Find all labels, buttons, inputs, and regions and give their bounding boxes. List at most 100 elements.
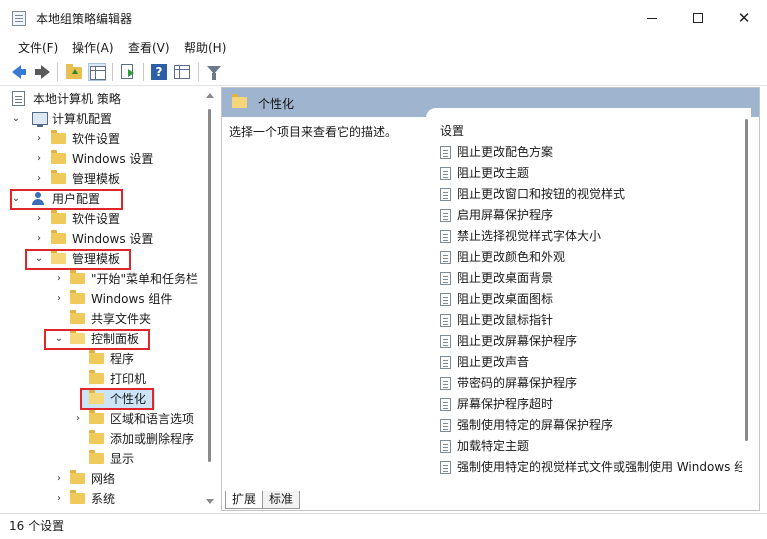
chevron-right-icon[interactable]: › — [53, 289, 65, 309]
policy-setting-icon — [440, 209, 451, 222]
policy-setting-icon — [440, 419, 451, 432]
menu-help[interactable]: 帮助(H) — [184, 39, 226, 56]
annotation-box-admin-templates — [25, 249, 131, 270]
forward-icon — [35, 65, 50, 79]
folder-icon — [51, 210, 66, 224]
tree-node-computer-config[interactable]: ⌄ 计算机配置 — [7, 109, 207, 129]
tab-extended[interactable]: 扩展 — [225, 491, 264, 509]
tree-node-user-software[interactable]: › 软件设置 — [7, 209, 207, 229]
policy-setting-icon — [440, 335, 451, 348]
settings-scrollbar[interactable] — [742, 108, 751, 486]
tree-node-start-menu[interactable]: › "开始"菜单和任务栏 — [7, 269, 207, 289]
folder-icon — [70, 470, 85, 484]
tree-scroll-thumb[interactable] — [208, 109, 211, 462]
folder-open-icon — [232, 94, 247, 108]
menu-bar: 文件(F) 操作(A) 查看(V) 帮助(H) — [0, 36, 767, 58]
properties-button[interactable] — [173, 63, 191, 81]
tab-standard[interactable]: 标准 — [262, 491, 301, 509]
export-list-button[interactable] — [119, 63, 137, 81]
folder-icon — [70, 310, 85, 324]
folder-icon — [89, 370, 104, 384]
folder-icon — [51, 170, 66, 184]
help-button[interactable]: ? — [150, 63, 168, 81]
chevron-right-icon[interactable]: › — [53, 489, 65, 509]
title-bar: 本地组策略编辑器 ✕ — [0, 0, 767, 36]
description-pane: 选择一个项目来查看它的描述。 — [222, 117, 436, 487]
scroll-down-icon[interactable] — [206, 499, 214, 504]
chevron-right-icon[interactable]: › — [53, 269, 65, 289]
policy-setting-icon — [440, 398, 451, 411]
tree-scrollbar[interactable] — [201, 87, 218, 511]
chevron-right-icon[interactable]: › — [72, 409, 84, 429]
toolbar-separator — [57, 63, 58, 81]
policy-setting-icon — [440, 146, 451, 159]
chevron-right-icon[interactable]: › — [33, 149, 45, 169]
policy-setting-icon — [440, 461, 451, 474]
menu-view[interactable]: 查看(V) — [128, 39, 170, 56]
policy-setting-icon — [440, 293, 451, 306]
tree-node-shared-folders[interactable]: 共享文件夹 — [7, 309, 207, 329]
tree-node-windows-components[interactable]: › Windows 组件 — [7, 289, 207, 309]
tree-node-region-language[interactable]: › 区域和语言选项 — [7, 409, 207, 429]
policy-setting-icon — [440, 377, 451, 390]
menu-action[interactable]: 操作(A) — [72, 39, 114, 56]
tree-node-add-remove-programs[interactable]: 添加或删除程序 — [7, 429, 207, 449]
folder-icon — [70, 270, 85, 284]
chevron-down-icon[interactable]: ⌄ — [10, 109, 22, 129]
folder-icon — [89, 450, 104, 464]
scroll-up-icon[interactable] — [206, 93, 214, 98]
properties-icon — [174, 65, 190, 79]
annotation-box-user-config — [10, 189, 123, 210]
details-pane: 个性化 选择一个项目来查看它的描述。 设置 阻止更改配色方案 阻止更改主题 阻止… — [221, 87, 760, 511]
tree-node-computer-windows[interactable]: › Windows 设置 — [7, 149, 207, 169]
chevron-right-icon[interactable]: › — [33, 169, 45, 189]
minimize-icon — [647, 17, 657, 19]
menu-file[interactable]: 文件(F) — [18, 39, 58, 56]
description-text: 选择一个项目来查看它的描述。 — [229, 125, 398, 139]
tree-node-printers[interactable]: 打印机 — [7, 369, 207, 389]
back-button[interactable] — [11, 63, 29, 81]
tree-node-root[interactable]: 本地计算机 策略 — [7, 89, 207, 109]
tree-node-computer-software[interactable]: › 软件设置 — [7, 129, 207, 149]
folder-icon — [89, 410, 104, 424]
up-one-level-button[interactable] — [65, 63, 83, 81]
up-folder-icon — [66, 64, 82, 79]
toolbar-separator — [198, 63, 199, 81]
minimize-button[interactable] — [629, 0, 675, 36]
chevron-right-icon[interactable]: › — [33, 129, 45, 149]
help-icon: ? — [151, 64, 167, 80]
tree-node-user-windows[interactable]: › Windows 设置 — [7, 229, 207, 249]
policy-setting-icon — [440, 167, 451, 180]
policy-setting-icon — [440, 230, 451, 243]
tree-node-display[interactable]: 显示 — [7, 449, 207, 469]
tree-node-programs[interactable]: 程序 — [7, 349, 207, 369]
maximize-button[interactable] — [675, 0, 721, 36]
settings-scroll-thumb[interactable] — [745, 119, 748, 441]
policy-setting-icon — [440, 251, 451, 264]
tree-node-network[interactable]: › 网络 — [7, 469, 207, 489]
toolbar-separator — [112, 63, 113, 81]
tree-node-computer-admin-templates[interactable]: › 管理模板 — [7, 169, 207, 189]
show-hide-tree-icon — [90, 66, 106, 80]
settings-column-header[interactable]: 设置 — [440, 122, 464, 139]
policy-setting-icon — [440, 356, 451, 369]
gpedit-app-icon — [12, 11, 26, 26]
folder-icon — [70, 290, 85, 304]
close-button[interactable]: ✕ — [721, 0, 767, 36]
settings-list: 设置 阻止更改配色方案 阻止更改主题 阻止更改窗口和按钮的视觉样式 启用屏幕保护… — [426, 108, 751, 486]
chevron-right-icon[interactable]: › — [53, 469, 65, 489]
chevron-right-icon[interactable]: › — [33, 229, 45, 249]
window-title: 本地组策略编辑器 — [36, 12, 133, 26]
view-tabs: 扩展 标准 — [222, 488, 759, 510]
policy-setting-icon — [440, 440, 451, 453]
status-bar: 16 个设置 — [0, 513, 767, 539]
filter-button[interactable] — [205, 63, 223, 81]
chevron-right-icon[interactable]: › — [33, 209, 45, 229]
maximize-icon — [693, 13, 703, 23]
policy-document-icon — [12, 91, 25, 106]
tree-node-system[interactable]: › 系统 — [7, 489, 207, 509]
forward-button[interactable] — [33, 63, 51, 81]
show-hide-tree-button[interactable] — [88, 63, 106, 81]
tree-pane: 本地计算机 策略 ⌄ 计算机配置 › 软件设置 › Windows 设置 › 管… — [7, 87, 218, 511]
annotation-box-control-panel — [44, 329, 150, 350]
